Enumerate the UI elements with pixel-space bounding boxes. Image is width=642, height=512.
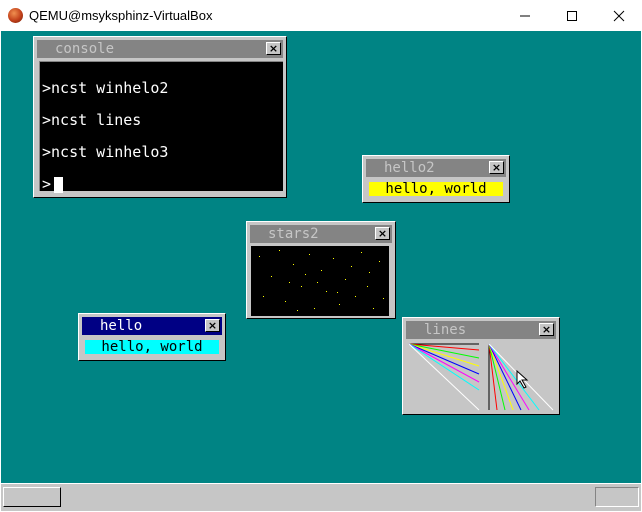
console-prompt: >: [42, 175, 52, 193]
close-icon: ×: [491, 161, 502, 174]
mouse-pointer-icon: [516, 370, 529, 389]
taskbar: [1, 483, 641, 511]
close-icon: ×: [377, 227, 388, 240]
hello2-text: hello, world: [369, 182, 503, 196]
hello-text: hello, world: [85, 340, 219, 354]
minimize-icon: [520, 15, 530, 16]
stars2-titlebar[interactable]: stars2 ×: [250, 225, 392, 243]
minimize-button[interactable]: [502, 0, 548, 31]
lines-window[interactable]: lines ×: [402, 317, 560, 415]
close-button[interactable]: [596, 0, 642, 31]
hello-close-button[interactable]: ×: [205, 319, 220, 332]
text-cursor: [54, 177, 63, 193]
host-window-titlebar: QEMU@msyksphinz-VirtualBox: [0, 0, 642, 31]
starfield: [259, 250, 384, 311]
host-window-title: QEMU@msyksphinz-VirtualBox: [29, 8, 213, 23]
console-line: >ncst winhelo2: [42, 79, 169, 97]
hello2-titlebar[interactable]: hello2 ×: [366, 159, 506, 177]
starfield-canvas: [251, 246, 389, 316]
console-line: >ncst winhelo3: [42, 143, 169, 161]
start-button[interactable]: [3, 487, 61, 507]
taskbar-divider: [1, 483, 641, 484]
hello-window[interactable]: hello × hello, world: [78, 313, 226, 361]
close-icon: ×: [268, 42, 279, 55]
qemu-app-icon: [8, 8, 23, 23]
hello2-close-button[interactable]: ×: [489, 161, 504, 174]
hello-titlebar[interactable]: hello ×: [82, 317, 222, 335]
hello-title: hello: [100, 318, 143, 334]
console-window[interactable]: console × >ncst winhelo2 >ncst lines >nc…: [33, 36, 287, 198]
stars2-close-button[interactable]: ×: [375, 227, 390, 240]
guest-screen[interactable]: console × >ncst winhelo2 >ncst lines >nc…: [1, 31, 641, 511]
lines-close-button[interactable]: ×: [539, 323, 554, 336]
tray-area: [595, 487, 639, 507]
maximize-button[interactable]: [549, 0, 595, 31]
close-icon: ×: [207, 319, 218, 332]
console-close-button[interactable]: ×: [266, 42, 281, 55]
hello2-title: hello2: [384, 160, 435, 176]
stars2-window[interactable]: stars2 ×: [246, 221, 396, 319]
console-title: console: [55, 41, 115, 57]
stars2-title: stars2: [268, 226, 319, 242]
console-text-area[interactable]: >ncst winhelo2 >ncst lines >ncst winhelo…: [39, 61, 283, 193]
close-icon: [613, 10, 625, 21]
console-line: >ncst lines: [42, 111, 142, 129]
lines-titlebar[interactable]: lines ×: [406, 321, 556, 339]
close-icon: ×: [541, 323, 552, 336]
maximize-icon: [567, 10, 577, 21]
hello2-window[interactable]: hello2 × hello, world: [362, 155, 510, 203]
lines-title: lines: [424, 322, 467, 338]
console-titlebar[interactable]: console ×: [37, 40, 283, 58]
